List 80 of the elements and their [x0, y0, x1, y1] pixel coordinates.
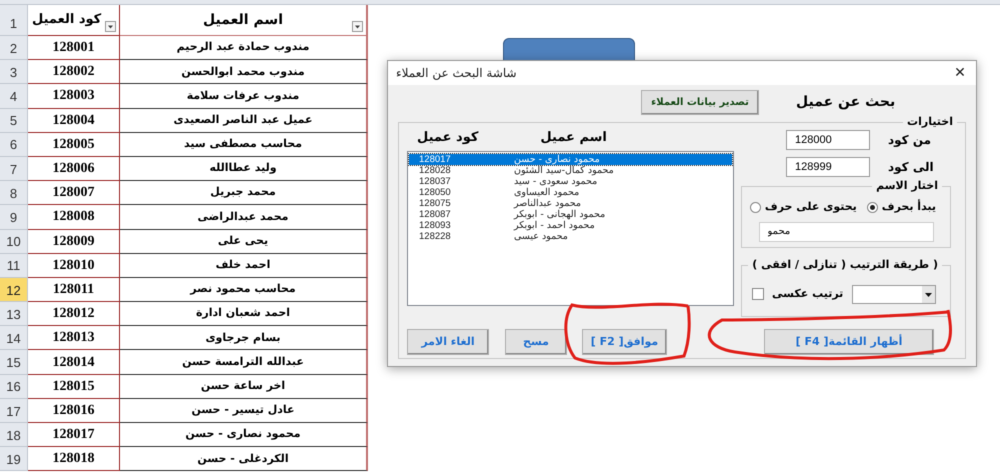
- row-header[interactable]: 12: [0, 278, 28, 302]
- table-cell: يحى على: [120, 230, 368, 254]
- table-cell: 128013: [28, 326, 120, 350]
- row-header[interactable]: 18: [0, 423, 28, 448]
- field-label: من كود: [888, 132, 932, 149]
- table-cell: 128009: [28, 230, 120, 254]
- group-title: ( طريقة الترتيب ( تنازلى / افقى ): [748, 257, 942, 273]
- radio-button[interactable]: [866, 202, 878, 213]
- heading: بحث عن عميل: [796, 92, 896, 112]
- column-label: كود عميل: [417, 128, 478, 146]
- table-cell: 128006: [28, 156, 120, 182]
- column-heading: اسم العميل: [120, 5, 368, 36]
- row-header[interactable]: 19: [0, 447, 28, 472]
- row-header[interactable]: 7: [0, 156, 28, 182]
- to-code-field[interactable]: 128999: [786, 157, 870, 177]
- table-cell: محاسب محمود نصر: [120, 278, 368, 302]
- radio-label: يحتوى على حرف: [764, 199, 857, 215]
- table-cell: عميل عبد الناصر الصعيدى: [120, 108, 368, 133]
- row-header[interactable]: 16: [0, 374, 28, 399]
- radio-label: يبدأ بحرف: [882, 199, 936, 215]
- table-cell: الكردغلى - حسن: [120, 447, 368, 472]
- field-label: الى كود: [888, 159, 934, 176]
- table-cell: مندوب عرفات سلامة: [120, 84, 368, 109]
- row-header[interactable]: 17: [0, 398, 28, 423]
- row-header[interactable]: 14: [0, 326, 28, 350]
- row-header[interactable]: 4: [0, 84, 28, 109]
- dialog-button[interactable]: الغاء الامر: [407, 329, 489, 355]
- table-cell: احمد خلف: [120, 254, 368, 278]
- row-header[interactable]: 5: [0, 108, 28, 133]
- close-button[interactable]: ✕: [950, 62, 970, 84]
- row-header[interactable]: 2: [0, 36, 28, 60]
- table-cell: 128010: [28, 254, 120, 278]
- table-cell: 128003: [28, 84, 120, 109]
- table-cell: 128015: [28, 374, 120, 399]
- table-cell: 128005: [28, 132, 120, 157]
- table-cell: عادل تيسير - حسن: [120, 398, 368, 423]
- table-cell: احمد شعبان ادارة: [120, 302, 368, 326]
- table-cell: مندوب حمادة عبد الرحيم: [120, 36, 368, 60]
- table-cell: 128001: [28, 36, 120, 60]
- dialog-button[interactable]: موافق[ F2 ]: [582, 329, 667, 355]
- checkbox-label: ترتيب عكسى: [772, 286, 844, 302]
- table-cell: 128002: [28, 60, 120, 84]
- table-cell: اخر ساعة حسن: [120, 374, 368, 399]
- table-cell: محمد عبدالراضى: [120, 205, 368, 230]
- export-button[interactable]: تصدير بيانات العملاء: [641, 90, 759, 114]
- table-cell: 128017: [28, 423, 120, 448]
- row-header[interactable]: 15: [0, 350, 28, 375]
- row-header[interactable]: 8: [0, 181, 28, 206]
- from-code-field[interactable]: 128000: [786, 130, 870, 150]
- window-title: شاشة البحث عن العملاء: [396, 65, 517, 82]
- table-cell: محاسب مصطفى سيد: [120, 132, 368, 157]
- column-heading: كود العميل: [28, 5, 120, 36]
- checkbox[interactable]: [752, 288, 764, 300]
- dialog-button[interactable]: مسح: [505, 329, 567, 355]
- table-cell: 128018: [28, 447, 120, 472]
- table-cell: 128004: [28, 108, 120, 133]
- table-cell: 128016: [28, 398, 120, 423]
- row-header[interactable]: 13: [0, 302, 28, 326]
- table-cell: عبدالله الترامسة حسن: [120, 350, 368, 375]
- table-cell: محمود نصارى - حسن: [120, 423, 368, 448]
- row-header[interactable]: 9: [0, 205, 28, 230]
- table-cell: محمد جبريل: [120, 181, 368, 206]
- radio-button[interactable]: [750, 202, 761, 213]
- table-cell: وليد عطاالله: [120, 156, 368, 182]
- group-title: اختار الاسم: [872, 178, 942, 194]
- row-header[interactable]: 11: [0, 254, 28, 278]
- table-cell: 128007: [28, 181, 120, 206]
- table-cell: 128014: [28, 350, 120, 375]
- row-header[interactable]: 10: [0, 230, 28, 254]
- table-cell: 128011: [28, 278, 120, 302]
- table-cell: 128012: [28, 302, 120, 326]
- table-cell: 128008: [28, 205, 120, 230]
- row-header[interactable]: 1: [0, 5, 28, 36]
- group-title: اختيارات: [903, 114, 957, 130]
- column-label: اسم عميل: [540, 128, 607, 146]
- row-header[interactable]: 3: [0, 60, 28, 84]
- row-header[interactable]: 6: [0, 132, 28, 157]
- table-cell: بسام جرجاوى: [120, 326, 368, 350]
- dialog-button[interactable]: أظهار القائمة[ F4 ]: [764, 329, 934, 355]
- table-cell: مندوب محمد ابوالحسن: [120, 60, 368, 84]
